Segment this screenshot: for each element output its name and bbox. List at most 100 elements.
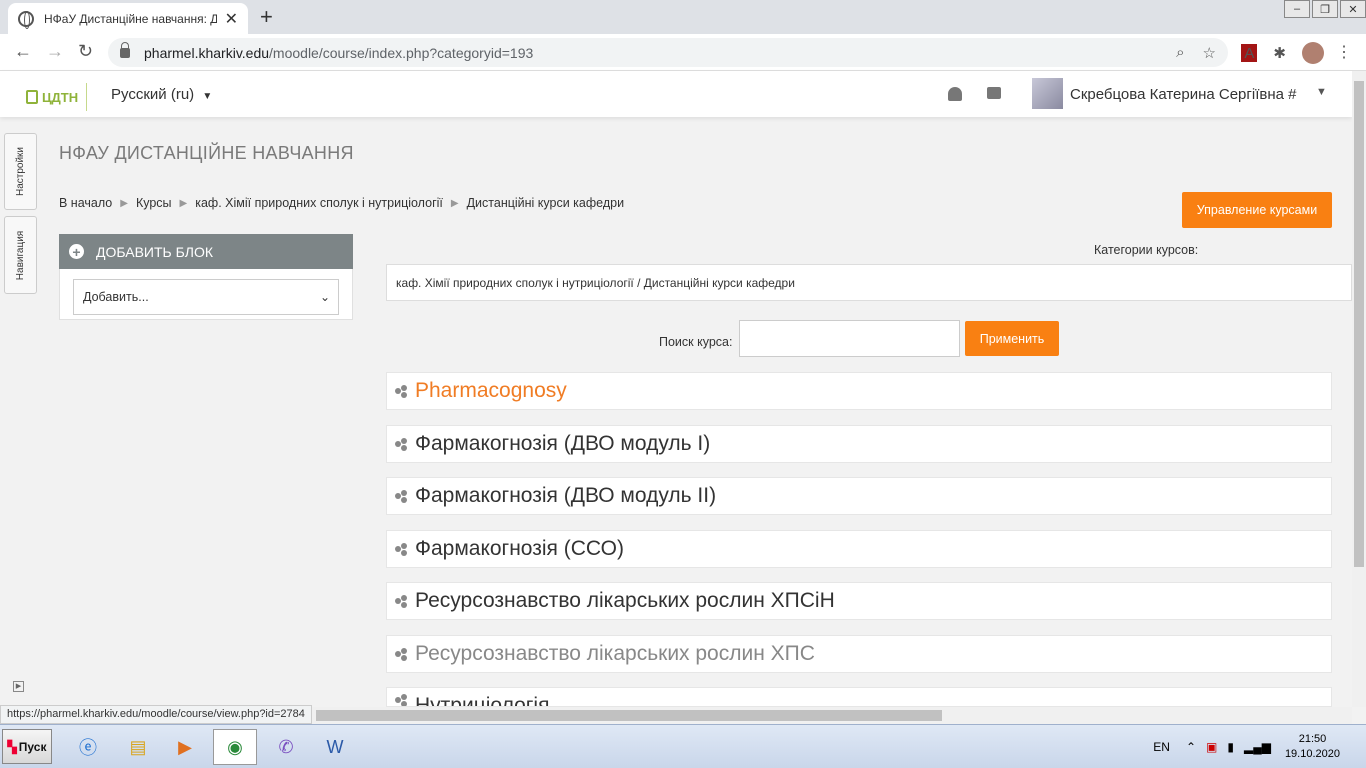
new-tab-button[interactable]: + [260, 4, 273, 30]
category-select[interactable]: каф. Хімії природних сполук і нутриціоло… [386, 264, 1352, 301]
url-path: /moodle/course/index.php?categoryid=193 [269, 44, 534, 61]
language-menu[interactable]: Русский (ru) ▼ [111, 86, 212, 103]
network-icon[interactable]: ▣ [1206, 740, 1217, 754]
add-block-select[interactable]: Добавить... ⌄ [73, 279, 339, 315]
breadcrumb-courses[interactable]: Курсы [136, 196, 172, 210]
settings-tab-label: Настройки [15, 146, 27, 197]
clock[interactable]: 21:50 19.10.2020 [1285, 732, 1340, 762]
course-name[interactable]: Нутриціологія [415, 694, 549, 706]
navigation-drawer-tab[interactable]: Навигация [4, 216, 37, 294]
page-title: НФАУ ДИСТАНЦІЙНЕ НАВЧАННЯ [59, 143, 354, 163]
lock-icon [120, 41, 130, 58]
browser-tabbar: НФаУ Дистанційне навчання: Дист ✕ + – ❐ … [0, 0, 1366, 34]
tab-title: НФаУ Дистанційне навчання: Дист [44, 11, 217, 26]
site-navbar: ЦДТН Русский (ru) ▼ Скребцова Катерина С… [0, 71, 1352, 117]
vertical-scrollbar[interactable] [1352, 71, 1366, 707]
course-icon [395, 384, 408, 398]
dock-icon[interactable]: ▸ [13, 681, 24, 692]
breadcrumb-separator-icon: ▶ [179, 197, 188, 209]
course-item[interactable]: Ресурсознавство лікарських рослин ХПСіН [386, 582, 1332, 620]
logo-text: ЦДТН [42, 89, 79, 105]
course-icon [395, 542, 408, 556]
course-name[interactable]: Фармакогнозія (ДВО модуль II) [415, 484, 716, 508]
window-close-icon[interactable]: ✕ [1340, 0, 1366, 18]
breadcrumb-current[interactable]: Дистанційні курси кафедри [467, 196, 624, 210]
manage-courses-button[interactable]: Управление курсами [1182, 192, 1332, 228]
media-player-icon[interactable]: ▶ [163, 729, 207, 765]
site-logo[interactable]: ЦДТН [26, 83, 88, 111]
signal-icon[interactable]: ▂▄▆ [1244, 740, 1271, 754]
course-item[interactable]: Фармакогнозія (ДВО модуль II) [386, 477, 1332, 515]
taskbar: ▚ Пуск ⓔ ▤ ▶ ◉ ✆ W EN ⌃ ▣ ▮ ▂▄▆ 21:50 19… [0, 724, 1366, 768]
course-item[interactable]: Ресурсознавство лікарських рослин ХПС [386, 635, 1332, 673]
add-block-body: Добавить... ⌄ [59, 269, 353, 320]
caret-down-icon: ▼ [202, 91, 213, 102]
zoom-icon[interactable]: ⌕ [1176, 44, 1184, 62]
add-block-title: ДОБАВИТЬ БЛОК [96, 243, 214, 260]
forward-icon[interactable]: → [46, 41, 64, 62]
course-item[interactable]: Pharmacognosy [386, 372, 1332, 410]
windows-logo-icon: ▚ [7, 739, 17, 754]
url-host: pharmel.kharkiv.edu [144, 44, 270, 61]
course-name[interactable]: Фармакогнозія (ДВО модуль I) [415, 432, 710, 456]
start-button[interactable]: ▚ Пуск [2, 729, 52, 764]
system-tray: EN ⌃ ▣ ▮ ▂▄▆ 21:50 19.10.2020 [1153, 725, 1366, 768]
course-name[interactable]: Ресурсознавство лікарських рослин ХПСіН [415, 589, 835, 613]
course-name[interactable]: Ресурсознавство лікарських рослин ХПС [415, 642, 815, 666]
file-explorer-icon[interactable]: ▤ [116, 729, 160, 765]
course-icon [395, 594, 408, 608]
user-menu[interactable]: Скребцова Катерина Сергіївна # [1070, 86, 1296, 103]
battery-icon[interactable]: ▮ [1227, 740, 1234, 754]
word-icon[interactable]: W [313, 729, 357, 765]
bell-icon[interactable] [948, 87, 962, 101]
puzzle-extension-icon[interactable]: ✱ [1273, 44, 1286, 62]
profile-avatar-icon[interactable] [1302, 42, 1324, 64]
course-item[interactable]: Фармакогнозія (ДВО модуль I) [386, 425, 1332, 463]
user-caret-icon[interactable]: ▼ [1316, 86, 1327, 98]
chrome-icon[interactable]: ◉ [213, 729, 257, 765]
add-block-header: + ДОБАВИТЬ БЛОК [59, 234, 353, 269]
viber-icon[interactable]: ✆ [264, 729, 308, 765]
close-tab-icon[interactable]: ✕ [225, 9, 238, 29]
window-controls: – ❐ ✕ [1282, 0, 1366, 18]
breadcrumb: В начало ▶ Курсы ▶ каф. Хімії природних … [59, 196, 624, 210]
status-url: https://pharmel.kharkiv.edu/moodle/cours… [0, 705, 312, 724]
pdf-extension-icon[interactable]: A [1241, 44, 1258, 62]
course-search-input[interactable] [739, 320, 960, 357]
chevron-down-icon: ⌄ [319, 290, 330, 304]
reload-icon[interactable]: ↻ [78, 41, 93, 62]
navigation-tab-label: Навигация [15, 230, 26, 280]
browser-tab[interactable]: НФаУ Дистанційне навчання: Дист ✕ [8, 3, 248, 34]
url-input[interactable]: pharmel.kharkiv.edu/moodle/course/index.… [108, 38, 1228, 67]
breadcrumb-home[interactable]: В начало [59, 196, 112, 210]
search-label: Поиск курса: [659, 335, 733, 349]
breadcrumb-separator-icon: ▶ [450, 197, 459, 209]
tray-expand-icon[interactable]: ⌃ [1186, 740, 1196, 754]
keyboard-language[interactable]: EN [1153, 740, 1170, 754]
back-icon[interactable]: ← [14, 41, 32, 62]
apply-search-button[interactable]: Применить [965, 321, 1059, 356]
star-icon[interactable]: ☆ [1203, 44, 1216, 62]
breadcrumb-department[interactable]: каф. Хімії природних сполук і нутриціоло… [195, 196, 443, 210]
course-item[interactable]: Фармакогнозія (ССО) [386, 530, 1332, 568]
internet-explorer-icon[interactable]: ⓔ [66, 729, 110, 765]
clock-time: 21:50 [1298, 733, 1327, 745]
course-name[interactable]: Фармакогнозія (ССО) [415, 537, 624, 561]
user-avatar[interactable] [1032, 78, 1063, 109]
course-icon [395, 694, 408, 706]
add-block-select-value: Добавить... [83, 290, 149, 304]
chat-icon[interactable] [987, 87, 1001, 99]
language-label: Русский (ru) [111, 86, 195, 103]
category-select-value: каф. Хімії природних сполук і нутриціоло… [396, 275, 795, 290]
plus-icon: + [69, 244, 84, 259]
minimize-icon[interactable]: – [1284, 0, 1310, 18]
menu-dots-icon[interactable]: ⋮ [1336, 42, 1352, 62]
course-icon [395, 489, 408, 503]
settings-drawer-tab[interactable]: Настройки [4, 133, 37, 210]
globe-icon [18, 10, 34, 29]
course-item[interactable]: Нутриціологія [386, 687, 1332, 707]
restore-icon[interactable]: ❐ [1312, 0, 1338, 18]
course-name[interactable]: Pharmacognosy [415, 379, 567, 403]
start-label: Пуск [18, 739, 47, 754]
address-bar: ← → ↻ pharmel.kharkiv.edu/moodle/course/… [0, 34, 1366, 71]
